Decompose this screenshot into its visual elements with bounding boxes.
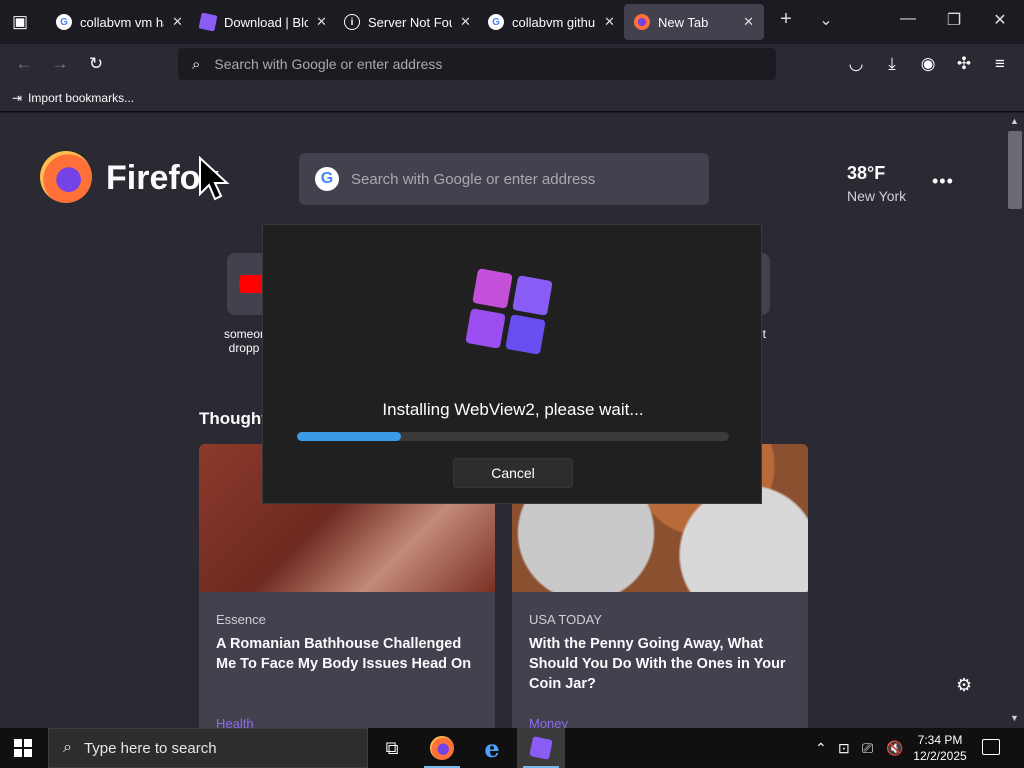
customize-gear-icon[interactable]: ⚙	[956, 675, 972, 696]
clock-date: 12/2/2025	[913, 749, 967, 763]
google-icon: G	[315, 167, 339, 191]
story-category: Health	[216, 716, 254, 728]
bookmarks-toolbar: ⇥ Import bookmarks...	[0, 84, 1024, 112]
tab-title: Server Not Foun	[368, 14, 452, 30]
security-icon[interactable]: ⊡	[838, 740, 850, 757]
tray-chevron-up-icon[interactable]: ⌃	[815, 740, 827, 757]
firefox-icon	[634, 14, 650, 30]
tab-title: Download | Blox	[224, 14, 308, 30]
taskbar-search-placeholder: Type here to search	[83, 739, 217, 757]
weather-temperature: 38°F	[847, 163, 886, 183]
new-tab-plus-icon[interactable]: +	[774, 8, 798, 31]
tab-new-tab[interactable]: New Tab ✕	[624, 4, 764, 40]
bloxstrap-taskbar-icon[interactable]	[517, 728, 565, 768]
clock-time: 7:34 PM	[917, 733, 963, 747]
search-icon: ⌕	[192, 55, 201, 73]
back-arrow-icon[interactable]: ←	[12, 54, 36, 74]
weather-city: New York	[847, 188, 907, 204]
restore-icon[interactable]: ❐	[942, 10, 966, 30]
install-message: Installing WebView2, please wait...	[382, 400, 644, 419]
internet-explorer-icon[interactable]: e	[468, 728, 516, 768]
pocket-icon[interactable]: ◡	[844, 54, 868, 74]
windows-taskbar: ⌕ Type here to search ⧉ e ⌃ ⊡ ⎚ 🔇 7:34 P…	[0, 728, 1024, 768]
close-icon[interactable]: ✕	[172, 14, 183, 30]
section-heading: Thought	[199, 409, 267, 428]
extensions-icon[interactable]: ✣	[952, 54, 976, 74]
account-icon[interactable]: ◉	[916, 54, 940, 74]
tab-title: collabvm vm ha	[80, 14, 164, 30]
import-bookmarks-link[interactable]: Import bookmarks...	[28, 91, 134, 105]
more-options-icon[interactable]: •••	[932, 171, 954, 192]
mouse-pointer-icon	[199, 156, 230, 201]
story-source: Essence	[216, 612, 266, 627]
navigation-bar: ← → ↻ ⌕ Search with Google or enter addr…	[0, 44, 1024, 84]
search-icon: ⌕	[63, 739, 72, 756]
windows-start-icon[interactable]	[14, 739, 32, 757]
story-category: Money	[529, 716, 569, 728]
cancel-button[interactable]: Cancel	[453, 458, 573, 488]
story-source: USA TODAY	[529, 612, 602, 627]
scroll-down-icon[interactable]: ▼	[1010, 713, 1019, 723]
tab-bar: ▣ G collabvm vm ha ✕ Download | Blox ✕ i…	[0, 0, 1024, 44]
forward-arrow-icon[interactable]: →	[48, 54, 72, 74]
newtab-search-input[interactable]: G Search with Google or enter address	[299, 153, 709, 205]
scroll-up-icon[interactable]: ▲	[1010, 116, 1019, 126]
tab-3[interactable]: i Server Not Foun ✕	[334, 4, 481, 40]
page-scrollbar[interactable]: ▲ ▼	[1006, 113, 1024, 728]
task-view-icon[interactable]: ⧉	[368, 728, 416, 768]
minimize-icon[interactable]: —	[896, 10, 920, 28]
downloads-icon[interactable]: ⤓	[880, 54, 904, 74]
bloxstrap-icon	[198, 12, 218, 32]
volume-muted-icon[interactable]: 🔇	[886, 740, 903, 757]
tab-title: New Tab	[658, 14, 709, 30]
window-close-icon[interactable]: ✕	[988, 10, 1012, 30]
scrollbar-thumb[interactable]	[1008, 131, 1022, 209]
install-progress-fill	[297, 432, 401, 441]
close-icon[interactable]: ✕	[604, 14, 615, 30]
tab-1[interactable]: G collabvm vm ha ✕	[46, 4, 193, 40]
close-icon[interactable]: ✕	[460, 14, 471, 30]
firefox-logo-icon	[40, 151, 92, 203]
story-title: With the Penny Going Away, What Should Y…	[529, 636, 786, 692]
import-icon: ⇥	[12, 90, 23, 105]
tab-title: collabvm github	[512, 14, 596, 30]
tab-4[interactable]: G collabvm github ✕	[478, 4, 625, 40]
info-icon: i	[344, 14, 360, 30]
google-icon: G	[56, 14, 72, 30]
firefox-taskbar-icon[interactable]	[418, 728, 466, 768]
bloxstrap-logo-icon	[465, 268, 553, 355]
notifications-icon[interactable]	[982, 739, 1000, 755]
search-placeholder: Search with Google or enter address	[351, 170, 596, 188]
system-clock[interactable]: 7:34 PM 12/2/2025	[908, 732, 972, 764]
menu-hamburger-icon[interactable]: ≡	[988, 54, 1012, 74]
address-placeholder: Search with Google or enter address	[214, 56, 443, 72]
close-icon[interactable]: ✕	[316, 14, 327, 30]
tab-2[interactable]: Download | Blox ✕	[190, 4, 337, 40]
taskbar-search-input[interactable]: ⌕ Type here to search	[48, 728, 368, 768]
google-icon: G	[488, 14, 504, 30]
network-icon[interactable]: ⎚	[862, 740, 873, 757]
story-title: A Romanian Bathhouse Challenged Me To Fa…	[216, 636, 472, 672]
weather-widget[interactable]: 38°F New York	[847, 163, 906, 204]
close-icon[interactable]: ✕	[743, 14, 754, 30]
install-progress-bar	[297, 432, 729, 441]
address-bar[interactable]: ⌕ Search with Google or enter address	[178, 48, 776, 80]
webview2-install-dialog: Installing WebView2, please wait... Canc…	[262, 224, 762, 504]
reload-icon[interactable]: ↻	[84, 54, 108, 74]
list-tabs-chevron-icon[interactable]: ⌄	[814, 10, 838, 30]
tab-overview-icon[interactable]: ▣	[8, 12, 32, 32]
